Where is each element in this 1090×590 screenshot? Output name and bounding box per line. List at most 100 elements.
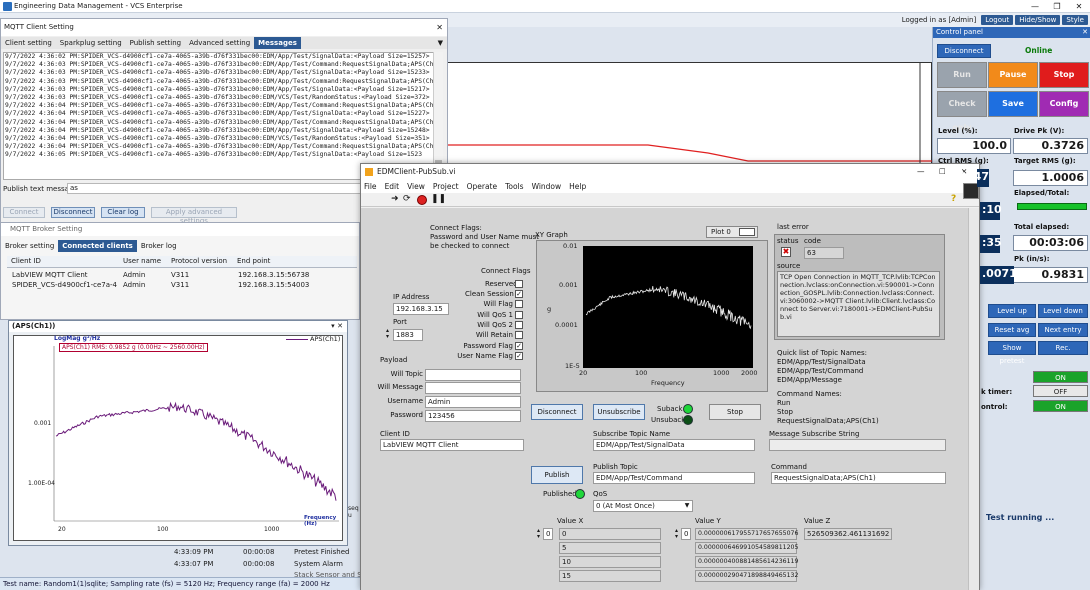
flag-will-checkbox[interactable]: [515, 300, 523, 308]
publish-text-input[interactable]: as: [67, 183, 363, 194]
publish-topic-label: Publish Topic: [593, 463, 638, 471]
save-button[interactable]: Save: [988, 91, 1038, 117]
col-protocol-version[interactable]: Protocol version: [167, 256, 233, 268]
flag-username-checkbox[interactable]: ✓: [515, 352, 523, 360]
tab-messages[interactable]: Messages: [254, 37, 301, 49]
maximize-icon[interactable]: ☐: [939, 164, 946, 180]
run-continuous-icon[interactable]: ⟳: [403, 194, 411, 204]
tab-publish-setting[interactable]: Publish setting: [126, 37, 185, 49]
menu-help[interactable]: Help: [569, 180, 586, 193]
close-icon[interactable]: ✕: [1068, 0, 1090, 13]
plot-legend[interactable]: Plot 0: [706, 226, 758, 238]
col-user-name[interactable]: User name: [119, 256, 167, 268]
menu-operate[interactable]: Operate: [467, 180, 498, 193]
mqtt-disconnect-button[interactable]: Disconnect: [51, 207, 95, 218]
tab-connected-clients[interactable]: Connected clients: [58, 240, 137, 252]
help-icon[interactable]: ?: [951, 194, 956, 204]
will-message-input[interactable]: [425, 382, 521, 394]
menu-project[interactable]: Project: [433, 180, 459, 193]
log-scrollbar[interactable]: [433, 52, 443, 180]
tab-broker-setting[interactable]: Broker setting: [1, 240, 58, 252]
test-status: Test running ...: [986, 513, 1055, 522]
hide-show-button[interactable]: Hide/Show: [1015, 15, 1061, 25]
will-topic-input[interactable]: [425, 369, 521, 381]
run-arrow-icon[interactable]: ➜: [391, 194, 399, 204]
check-only-button[interactable]: Check only: [937, 91, 987, 132]
maximize-icon[interactable]: ❐: [1046, 0, 1068, 13]
level-down-button[interactable]: Level down: [1038, 304, 1088, 318]
window-controls-icon[interactable]: ▾ ✕: [331, 321, 343, 332]
flag-clean-session-checkbox[interactable]: ✓: [515, 290, 523, 298]
qos-select[interactable]: 0 (At Most Once): [593, 500, 693, 512]
event-time: 4:33:09 PM: [174, 548, 214, 556]
message-log[interactable]: 9/7/2022 4:36:02 PM:SPIDER_VCS-d4900cf1-…: [3, 52, 443, 180]
toggle-on-2[interactable]: ON: [1033, 400, 1088, 412]
index-x[interactable]: 0: [543, 528, 553, 540]
tab-sparkplug-setting[interactable]: Sparkplug setting: [56, 37, 126, 49]
menu-view[interactable]: View: [407, 180, 425, 193]
command-input[interactable]: RequestSignalData;APS(Ch1): [771, 472, 946, 484]
clear-log-button[interactable]: Clear log: [101, 207, 145, 218]
message-subscribe-label: Message Subscribe String: [769, 430, 860, 438]
level-up-button[interactable]: Level up: [988, 304, 1036, 318]
unsubscribe-button[interactable]: Unsubscribe: [593, 404, 645, 420]
ip-address-input[interactable]: 192.168.3.15: [393, 303, 449, 315]
next-entry-button[interactable]: Next entry: [1038, 323, 1088, 337]
col-client-id[interactable]: Client ID: [7, 256, 119, 268]
abort-icon[interactable]: [417, 195, 427, 205]
vi-scrollbar[interactable]: [968, 208, 979, 590]
flag-will-label: Will Flag: [483, 300, 513, 308]
rec-button[interactable]: Rec.: [1038, 341, 1088, 355]
close-icon[interactable]: ✕: [1082, 27, 1088, 38]
flag-will-qos2-checkbox[interactable]: [515, 321, 523, 329]
menu-window[interactable]: Window: [532, 180, 562, 193]
vi-stop-button[interactable]: Stop: [709, 404, 761, 420]
client-id-input[interactable]: LabVIEW MQTT Client: [380, 439, 524, 451]
minimize-icon[interactable]: —: [1024, 0, 1046, 13]
publish-button[interactable]: Publish: [531, 466, 583, 484]
elapsed-progress-bar: [1017, 203, 1087, 210]
flag-will-qos1-checkbox[interactable]: [515, 311, 523, 319]
run-button[interactable]: Run: [937, 62, 987, 88]
flag-reserved-checkbox[interactable]: [515, 280, 523, 288]
port-input[interactable]: 1883: [393, 329, 423, 341]
username-input[interactable]: Admin: [425, 396, 521, 408]
config-button[interactable]: Config: [1039, 91, 1089, 117]
target-rms-value: 1.0006: [1013, 170, 1088, 186]
index-y[interactable]: 0: [681, 528, 691, 540]
connect-button[interactable]: Connect: [3, 207, 45, 218]
col-end-point[interactable]: End point: [233, 256, 357, 268]
reset-avg-button[interactable]: Reset avg: [988, 323, 1036, 337]
chevron-down-icon[interactable]: ▼: [682, 501, 692, 511]
close-icon[interactable]: ✕: [436, 19, 443, 36]
tab-advanced-setting[interactable]: Advanced setting: [185, 37, 254, 49]
tab-broker-log[interactable]: Broker log: [137, 240, 181, 252]
index-x-stepper-icon[interactable]: ▴ ▾: [537, 528, 540, 540]
show-pretest-button[interactable]: Show pretest: [988, 341, 1036, 365]
port-stepper-icon[interactable]: ▴ ▾: [386, 328, 389, 340]
minimize-icon[interactable]: —: [917, 164, 925, 180]
vi-toolbar: ➜ ⟳ ❚❚ ?: [361, 183, 979, 207]
stop-button[interactable]: Stop: [1039, 62, 1089, 88]
style-button[interactable]: Style: [1062, 15, 1088, 25]
pause-button[interactable]: Pause: [988, 62, 1038, 88]
subscribe-topic-input[interactable]: EDM/App/Test/SignalData: [593, 439, 755, 451]
logout-button[interactable]: Logout: [981, 15, 1014, 25]
apply-advanced-button[interactable]: Apply advanced settings: [151, 207, 237, 225]
vi-title: EDMClient-PubSub.vi: [377, 167, 456, 176]
menu-file[interactable]: File: [364, 180, 377, 193]
index-y-stepper-icon[interactable]: ▴ ▾: [675, 528, 678, 540]
toggle-off[interactable]: OFF: [1033, 385, 1088, 397]
tab-client-setting[interactable]: Client setting: [1, 37, 56, 49]
disconnect-button[interactable]: Disconnect: [937, 44, 991, 58]
publish-topic-input[interactable]: EDM/App/Test/Command: [593, 472, 755, 484]
menu-edit[interactable]: Edit: [385, 180, 400, 193]
chevron-down-icon[interactable]: ▼: [438, 37, 443, 49]
menu-tools[interactable]: Tools: [505, 180, 523, 193]
flag-password-checkbox[interactable]: ✓: [515, 342, 523, 350]
toggle-on-1[interactable]: ON: [1033, 371, 1088, 383]
vi-disconnect-button[interactable]: Disconnect: [531, 404, 583, 420]
password-input[interactable]: 123456: [425, 410, 521, 422]
pause-icon[interactable]: ❚❚: [431, 194, 446, 204]
flag-will-retain-checkbox[interactable]: [515, 331, 523, 339]
